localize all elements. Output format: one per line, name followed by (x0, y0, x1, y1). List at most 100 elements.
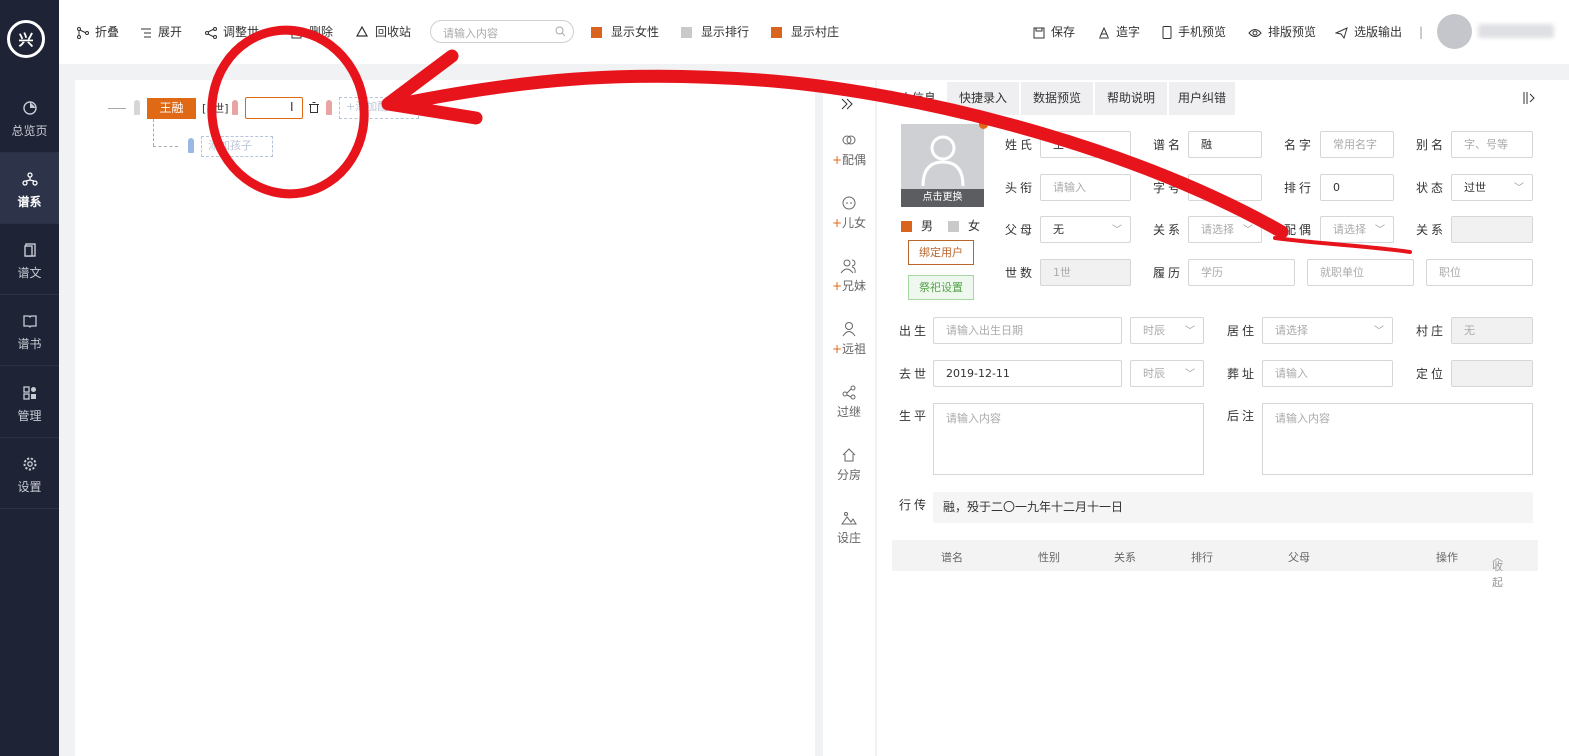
adjust-button[interactable]: 调整世 (205, 24, 259, 42)
sidebar-item-overview[interactable]: 总览页 (0, 82, 59, 153)
sidebar-item-manage[interactable]: 管理 (0, 367, 59, 438)
font-icon (1099, 26, 1109, 38)
landscape-icon (841, 512, 857, 525)
pu-name-label: 谱名 (1153, 138, 1184, 152)
mobile-preview-button[interactable]: 手机预览 (1162, 24, 1226, 42)
resume-label: 履历 (1153, 266, 1184, 280)
expand-button[interactable]: 展开 (140, 24, 182, 42)
set-village-action[interactable]: 设庄 (823, 510, 875, 546)
generation-field: 1世 (1040, 259, 1131, 286)
add-ancestor-action[interactable]: +远祖 (823, 321, 875, 357)
birth-date-field[interactable]: 请输入出生日期 (933, 317, 1122, 344)
show-rank-checkbox[interactable]: 显示排行 (681, 24, 749, 42)
tab-data-preview[interactable]: 数据预览 (1021, 82, 1093, 115)
life-textarea[interactable]: 请输入内容 (933, 403, 1204, 475)
gender-male-checkbox[interactable]: 男 (901, 217, 933, 234)
tab-user-correction[interactable]: 用户纠错 (1169, 82, 1235, 115)
chevron-down-icon: ﹀ (1514, 183, 1524, 194)
position-field[interactable]: 职位 (1426, 259, 1533, 286)
toolbar: 折叠 展开 调整世 删除 回收站 请输入内容 显示女性 显示排行 显示村庄 保存… (59, 0, 1569, 64)
parents-select[interactable]: 无 ﹀ (1040, 216, 1131, 243)
education-field[interactable]: 学历 (1188, 259, 1295, 286)
collapse-toggle[interactable]: 收起 ︿ (1492, 549, 1503, 589)
given-name-label: 名字 (1284, 138, 1315, 152)
male-icon (188, 138, 194, 153)
checkbox-checked-icon (591, 27, 602, 38)
tab-help[interactable]: 帮助说明 (1095, 82, 1167, 115)
panel-toggle-icon[interactable] (1523, 92, 1535, 104)
rank-field[interactable]: 0 (1320, 174, 1394, 201)
chevron-down-icon: ﹀ (1374, 326, 1384, 337)
make-char-button[interactable]: 造字 (1098, 24, 1140, 42)
show-village-checkbox[interactable]: 显示村庄 (771, 24, 839, 42)
book-icon (22, 315, 37, 328)
workplace-field[interactable]: 就职单位 (1307, 259, 1414, 286)
zi-field[interactable] (1188, 174, 1262, 201)
title-field[interactable]: 请输入 (1040, 174, 1131, 201)
column-header: 关系 (1114, 551, 1136, 564)
branch-icon (77, 26, 89, 39)
birth-time-select[interactable]: 时辰 ﹀ (1130, 317, 1204, 344)
collapse-button[interactable]: 折叠 (77, 24, 119, 42)
sidebar-item-settings[interactable]: 设置 (0, 438, 59, 509)
app-logo[interactable]: 兴 (7, 20, 45, 58)
avatar[interactable] (1437, 14, 1472, 49)
spouse-select[interactable]: 请选择 ﹀ (1320, 216, 1394, 243)
badge-dot (979, 120, 988, 129)
show-female-checkbox[interactable]: 显示女性 (591, 24, 659, 42)
burial-field[interactable]: 请输入 (1262, 360, 1393, 387)
bind-user-button[interactable]: 绑定用户 (908, 240, 974, 265)
status-select[interactable]: 过世 ﹀ (1451, 174, 1533, 201)
sidebar-item-label: 谱书 (17, 337, 42, 351)
sidebar-item-book[interactable]: 谱书 (0, 295, 59, 366)
layout-preview-button[interactable]: 排版预览 (1248, 24, 1316, 42)
add-child-button[interactable]: 添加孩子 (201, 136, 273, 157)
birth-label: 出生 (899, 324, 930, 338)
add-spouse-action[interactable]: +配偶 (823, 132, 875, 168)
user-name-blurred[interactable] (1478, 24, 1554, 38)
person-node[interactable]: 王融 (147, 98, 196, 119)
checkbox-checked-icon (771, 27, 782, 38)
delete-button[interactable]: 删除 (291, 24, 333, 42)
recycle-icon (355, 25, 369, 37)
sidebar-item-text[interactable]: 谱文 (0, 224, 59, 295)
recycle-button[interactable]: 回收站 (355, 24, 411, 42)
relation-select[interactable]: 请选择 ﹀ (1188, 216, 1262, 243)
gender-female-checkbox[interactable]: 女 (948, 217, 980, 234)
given-name-field[interactable]: 常用名字 (1320, 131, 1394, 158)
trash-icon[interactable] (309, 102, 319, 113)
column-header: 排行 (1191, 551, 1213, 564)
sacrifice-settings-button[interactable]: 祭祀设置 (908, 275, 974, 300)
add-child-action[interactable]: +儿女 (823, 195, 875, 231)
surname-field[interactable]: 王 (1040, 131, 1131, 158)
tab-quick-entry[interactable]: 快捷录入 (947, 82, 1019, 115)
search-input[interactable]: 请输入内容 (430, 20, 574, 43)
note-textarea[interactable]: 请输入内容 (1262, 403, 1533, 475)
alias-field[interactable]: 字、号等 (1451, 131, 1533, 158)
branch-house-action[interactable]: 分房 (823, 447, 875, 483)
pu-name-field[interactable]: 融 (1188, 131, 1262, 158)
export-button[interactable]: 选版输出 (1334, 24, 1402, 42)
save-button[interactable]: 保存 (1033, 24, 1075, 42)
relation2-field (1451, 216, 1533, 243)
double-chevron-right-icon[interactable] (840, 98, 854, 110)
residence-select[interactable]: 请选择 ﹀ (1262, 317, 1393, 344)
tree-connector (153, 119, 154, 146)
death-date-field[interactable]: 2019-12-11 (933, 360, 1122, 387)
sidebar-item-label: 设置 (17, 480, 42, 494)
adoption-action[interactable]: 过继 (823, 384, 875, 420)
tree-connector (108, 108, 126, 109)
photo-upload[interactable]: 点击更换 (901, 120, 988, 207)
column-header: 性别 (1038, 551, 1060, 564)
rank-label: 排行 (1284, 181, 1315, 195)
tab-personal-info[interactable]: 个人信息 (877, 82, 947, 115)
tree-canvas[interactable]: 王融 [1世] I +添加配偶 添加孩子 (75, 80, 815, 756)
spouse-name-input[interactable]: I (245, 97, 303, 119)
add-spouse-button[interactable]: +添加配偶 (339, 97, 419, 119)
sidebar-item-pedigree[interactable]: 谱系 (0, 153, 59, 224)
death-time-select[interactable]: 时辰 ﹀ (1130, 360, 1204, 387)
checkbox-unchecked-icon (681, 27, 692, 38)
ancestor-icon (842, 322, 856, 337)
add-sibling-action[interactable]: +兄妹 (823, 258, 875, 294)
parents-label: 父母 (1005, 223, 1036, 237)
